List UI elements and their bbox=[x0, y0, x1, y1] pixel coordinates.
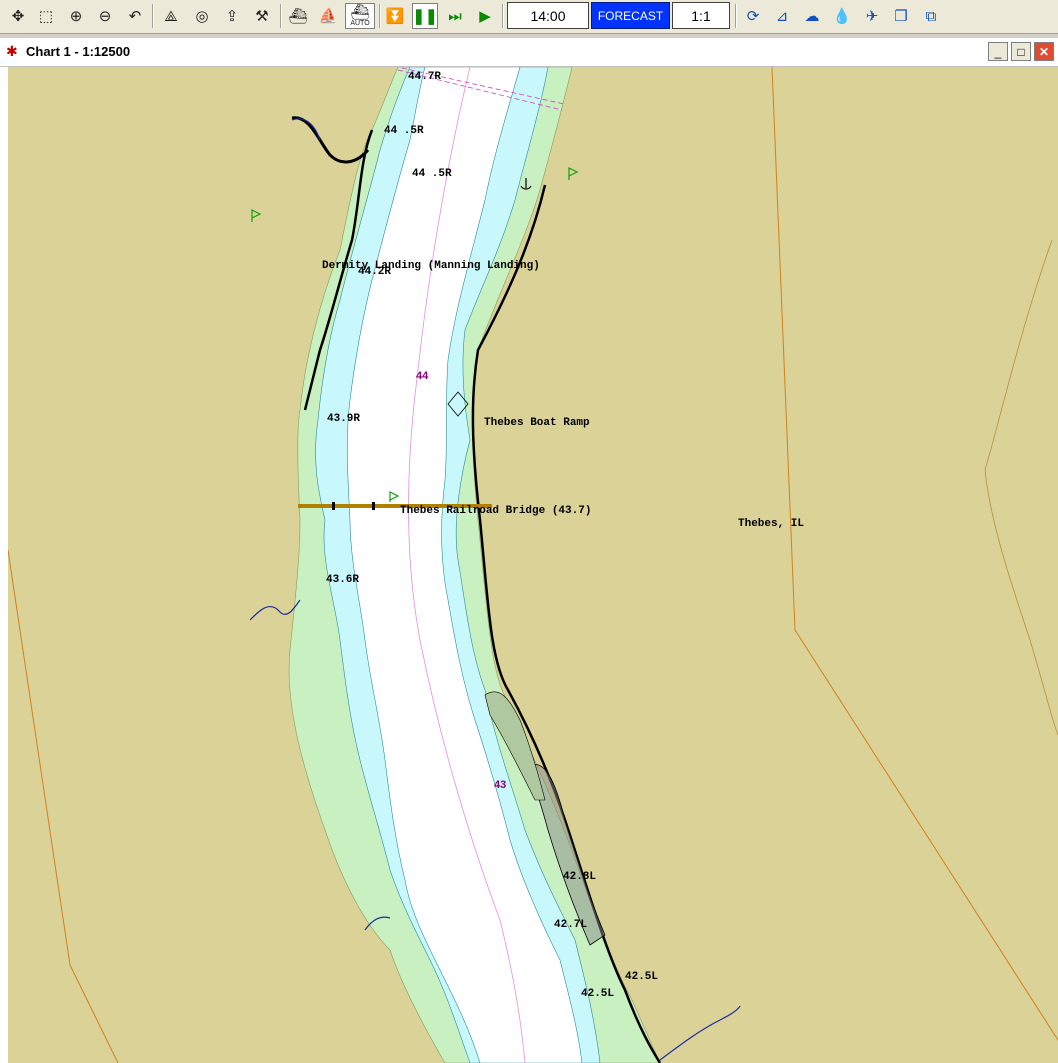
maximize-icon: □ bbox=[1017, 44, 1025, 59]
windows-icon: ⧉ bbox=[925, 7, 937, 25]
mile-label: 42.8L bbox=[563, 871, 596, 883]
toolbar-separator bbox=[280, 4, 282, 28]
rotate-icon: ⟳ bbox=[746, 8, 760, 25]
scale-display[interactable]: 1:1 bbox=[672, 2, 730, 29]
mile-label: 42.7L bbox=[554, 919, 587, 931]
mile-label: 44 .5R bbox=[384, 125, 424, 137]
weather-button[interactable]: ☁ bbox=[799, 3, 825, 29]
mile-label: 44.2R bbox=[358, 266, 391, 278]
minimize-button[interactable]: _ bbox=[988, 42, 1008, 61]
target-button[interactable]: ◎ bbox=[189, 3, 215, 29]
mile-label: 44 .5R bbox=[412, 168, 452, 180]
toolbar-separator bbox=[152, 4, 154, 28]
app-icon: ✱ bbox=[6, 43, 18, 59]
time-display[interactable]: 14:00 bbox=[507, 2, 589, 29]
mile-label: 42.5L bbox=[581, 988, 614, 1000]
mile-label: 42.5L bbox=[625, 971, 658, 983]
boat-button[interactable]: ⛵ bbox=[315, 3, 341, 29]
close-button[interactable]: ✕ bbox=[1034, 42, 1054, 61]
chart-svg: 44.7R 44 .5R 44 .5R Dermity Landing (Man… bbox=[8, 67, 1058, 1063]
mile-label: 43.9R bbox=[327, 413, 360, 425]
graph-icon: ⊿ bbox=[775, 8, 789, 25]
export-button[interactable]: ⇪ bbox=[219, 3, 245, 29]
zoom-out-icon: ⊖ bbox=[98, 8, 112, 25]
close-icon: ✕ bbox=[1038, 44, 1050, 59]
aircraft-button[interactable]: ✈ bbox=[859, 3, 885, 29]
chart-titlebar[interactable]: ✱ Chart 1 - 1:12500 _ □ ✕ bbox=[0, 38, 1058, 67]
river-mile-marker: 43 bbox=[494, 779, 506, 791]
compass-icon: ⟁ bbox=[164, 7, 178, 25]
step-button[interactable]: ⏬ bbox=[382, 3, 408, 29]
zoom-in-icon: ⊕ bbox=[69, 8, 83, 25]
play-icon: ▶ bbox=[479, 8, 491, 25]
water-level-button[interactable]: 💧 bbox=[829, 3, 855, 29]
bridge-label: Thebes Railroad Bridge (43.7) bbox=[400, 505, 591, 517]
forecast-button[interactable]: FORECAST bbox=[591, 2, 670, 29]
copy-icon: ❐ bbox=[894, 8, 908, 25]
aircraft-icon: ✈ bbox=[865, 8, 879, 25]
weather-icon: ☁ bbox=[804, 8, 820, 25]
window-title: Chart 1 - 1:12500 bbox=[26, 44, 131, 59]
water-drop-icon: 💧 bbox=[832, 8, 852, 25]
auto-boat-icon: ⛴ bbox=[350, 4, 370, 21]
undo-icon: ↶ bbox=[128, 8, 142, 25]
town-label: Thebes, IL bbox=[738, 518, 804, 530]
auto-follow-button[interactable]: ⛴ AUTO bbox=[345, 3, 375, 29]
windows-button[interactable]: ⧉ bbox=[918, 3, 944, 29]
mile-label: 43.6R bbox=[326, 574, 359, 586]
main-toolbar: ✥ ⬚ ⊕ ⊖ ↶ ⟁ ◎ ⇪ ⚒ ⛴ ⛵ ⛴ AUTO ⏬ ❚❚ ⏭ ▶ 14:… bbox=[0, 0, 1058, 34]
maximize-button[interactable]: □ bbox=[1011, 42, 1031, 61]
minimize-icon: _ bbox=[994, 44, 1002, 59]
export-icon: ⇪ bbox=[225, 8, 239, 25]
pause-icon: ❚❚ bbox=[412, 8, 438, 25]
undo-view-button[interactable]: ↶ bbox=[122, 3, 148, 29]
zoom-in-button[interactable]: ⊕ bbox=[63, 3, 89, 29]
copy-button[interactable]: ❐ bbox=[888, 3, 914, 29]
river-mile-marker: 44 bbox=[416, 370, 429, 382]
pause-button[interactable]: ❚❚ bbox=[412, 3, 438, 29]
bridge-pier bbox=[372, 502, 375, 510]
vessel-button[interactable]: ⛴ bbox=[285, 3, 311, 29]
ship-icon: ⛴ bbox=[288, 8, 308, 25]
fast-forward-icon: ⏭ bbox=[448, 7, 462, 25]
zoom-rect-icon: ⬚ bbox=[38, 8, 54, 25]
toolbar-separator bbox=[379, 4, 381, 28]
bridge-pier bbox=[332, 502, 335, 510]
step-down-icon: ⏬ bbox=[385, 8, 405, 25]
select-zoom-button[interactable]: ⬚ bbox=[33, 3, 59, 29]
chart-window: ✱ Chart 1 - 1:12500 _ □ ✕ 44.7R 44 .5R 4… bbox=[0, 38, 1058, 1063]
boat-icon: ⛵ bbox=[318, 8, 338, 25]
graph-button[interactable]: ⊿ bbox=[769, 3, 795, 29]
pan-tool-button[interactable]: ✥ bbox=[5, 3, 31, 29]
mile-label: 44.7R bbox=[408, 71, 441, 83]
chart-map[interactable]: 44.7R 44 .5R 44 .5R Dermity Landing (Man… bbox=[8, 67, 1058, 1063]
tools-icon: ⚒ bbox=[255, 8, 269, 25]
zoom-out-button[interactable]: ⊖ bbox=[92, 3, 118, 29]
toolbar-separator bbox=[735, 4, 737, 28]
measure-button[interactable]: ⟁ bbox=[158, 3, 184, 29]
settings-tool-button[interactable]: ⚒ bbox=[249, 3, 275, 29]
target-icon: ◎ bbox=[195, 8, 209, 25]
toolbar-separator bbox=[502, 4, 504, 28]
boat-ramp-label: Thebes Boat Ramp bbox=[484, 417, 590, 429]
landing-label: Dermity Landing (Manning Landing) bbox=[322, 260, 540, 272]
fast-forward-button[interactable]: ⏭ bbox=[442, 3, 468, 29]
move-arrows-icon: ✥ bbox=[11, 8, 25, 25]
orientation-button[interactable]: ⟳ bbox=[740, 3, 766, 29]
play-button[interactable]: ▶ bbox=[472, 3, 498, 29]
